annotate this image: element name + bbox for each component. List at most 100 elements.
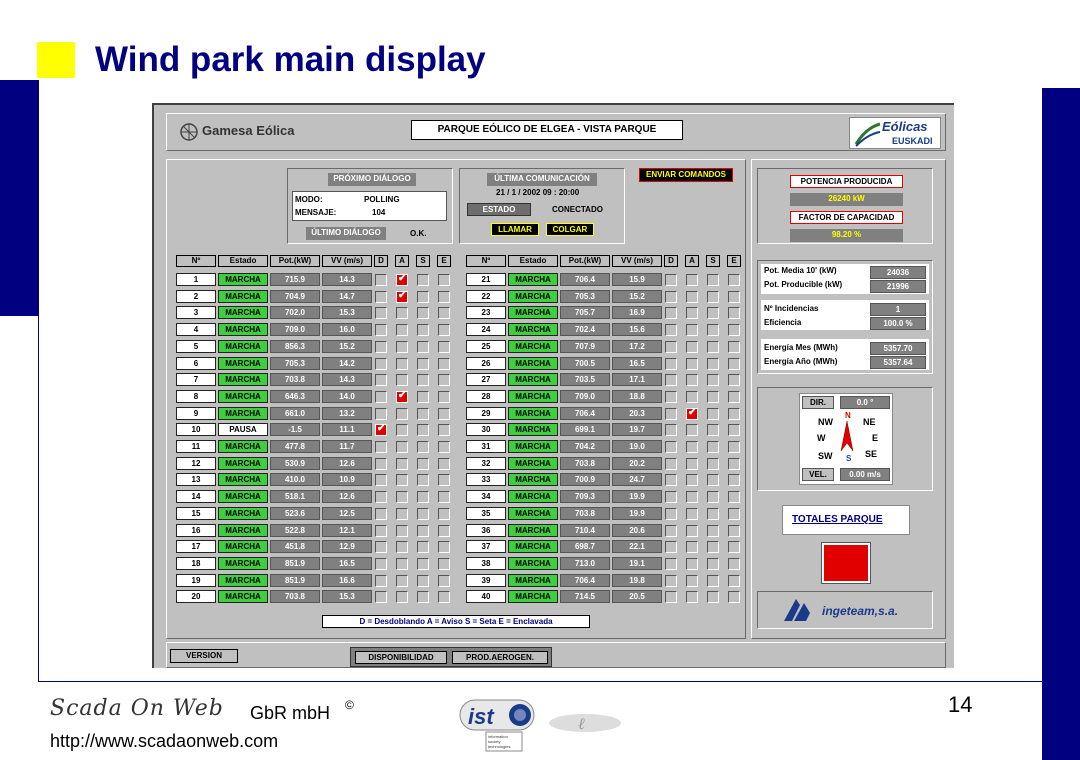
turbine-flag-d[interactable]: [665, 374, 677, 387]
turbine-number[interactable]: 25: [466, 339, 506, 353]
turbine-flag-a[interactable]: [396, 424, 408, 437]
turbine-flag-s[interactable]: [417, 507, 429, 520]
turbine-flag-a[interactable]: [686, 390, 698, 403]
turbine-flag-d[interactable]: [375, 274, 387, 286]
turbine-flag-s[interactable]: [417, 591, 429, 604]
turbine-number[interactable]: 40: [466, 590, 506, 604]
turbine-flag-d[interactable]: [375, 541, 387, 554]
turbine-flag-a-checked[interactable]: [396, 290, 408, 303]
turbine-flag-a[interactable]: [686, 557, 698, 570]
turbine-flag-d[interactable]: [375, 290, 387, 303]
turbine-number[interactable]: 20: [176, 590, 216, 604]
turbine-flag-e[interactable]: [438, 340, 450, 353]
turbine-flag-e[interactable]: [438, 407, 450, 420]
turbine-flag-e[interactable]: [728, 541, 740, 554]
disponibilidad-button[interactable]: DISPONIBILIDAD: [355, 651, 447, 664]
turbine-flag-e[interactable]: [438, 524, 450, 537]
turbine-number[interactable]: 30: [466, 423, 506, 437]
turbine-flag-a[interactable]: [686, 591, 698, 604]
enviar-comandos-button[interactable]: ENVIAR COMANDOS: [639, 168, 733, 182]
turbine-flag-e[interactable]: [728, 474, 740, 487]
turbine-number[interactable]: 6: [176, 356, 216, 370]
turbine-flag-e[interactable]: [728, 274, 740, 286]
version-button[interactable]: VERSION: [170, 649, 238, 663]
turbine-number[interactable]: 8: [176, 389, 216, 403]
turbine-flag-s[interactable]: [417, 340, 429, 353]
turbine-flag-e[interactable]: [728, 374, 740, 387]
turbine-flag-s[interactable]: [707, 557, 719, 570]
turbine-number[interactable]: 33: [466, 473, 506, 487]
turbine-flag-a[interactable]: [686, 274, 698, 286]
turbine-flag-d[interactable]: [665, 390, 677, 403]
turbine-flag-d[interactable]: [375, 374, 387, 387]
turbine-flag-e[interactable]: [728, 557, 740, 570]
turbine-number[interactable]: 32: [466, 456, 506, 470]
turbine-flag-s[interactable]: [417, 541, 429, 554]
turbine-flag-s[interactable]: [707, 574, 719, 587]
turbine-number[interactable]: 10: [176, 423, 216, 437]
turbine-flag-a[interactable]: [396, 491, 408, 504]
turbine-flag-s[interactable]: [707, 441, 719, 453]
turbine-flag-a[interactable]: [396, 507, 408, 520]
turbine-flag-e[interactable]: [438, 324, 450, 337]
turbine-flag-e[interactable]: [438, 574, 450, 587]
turbine-number[interactable]: 18: [176, 556, 216, 570]
turbine-flag-s[interactable]: [417, 407, 429, 420]
llamar-button[interactable]: LLAMAR: [491, 223, 539, 236]
turbine-flag-s[interactable]: [707, 491, 719, 504]
turbine-flag-s[interactable]: [707, 340, 719, 353]
turbine-flag-e[interactable]: [728, 574, 740, 587]
turbine-flag-s[interactable]: [417, 324, 429, 337]
turbine-flag-e[interactable]: [728, 290, 740, 303]
turbine-number[interactable]: 39: [466, 573, 506, 587]
turbine-flag-d[interactable]: [665, 424, 677, 437]
turbine-flag-s[interactable]: [417, 374, 429, 387]
turbine-flag-d[interactable]: [665, 274, 677, 286]
turbine-number[interactable]: 14: [176, 490, 216, 504]
turbine-flag-d-checked[interactable]: [375, 423, 387, 437]
turbine-flag-d[interactable]: [665, 474, 677, 487]
turbine-flag-d[interactable]: [375, 340, 387, 353]
turbine-flag-a[interactable]: [686, 457, 698, 470]
turbine-flag-d[interactable]: [375, 491, 387, 504]
turbine-flag-a[interactable]: [686, 357, 698, 370]
turbine-number[interactable]: 28: [466, 389, 506, 403]
turbine-flag-e[interactable]: [438, 357, 450, 370]
turbine-flag-a[interactable]: [686, 307, 698, 320]
turbine-flag-e[interactable]: [728, 441, 740, 453]
turbine-flag-e[interactable]: [438, 457, 450, 470]
turbine-flag-e[interactable]: [728, 491, 740, 504]
turbine-number[interactable]: 38: [466, 556, 506, 570]
turbine-number[interactable]: 13: [176, 473, 216, 487]
turbine-flag-a[interactable]: [686, 441, 698, 453]
turbine-flag-s[interactable]: [417, 574, 429, 587]
turbine-flag-s[interactable]: [707, 274, 719, 286]
turbine-flag-d[interactable]: [375, 524, 387, 537]
turbine-flag-e[interactable]: [728, 357, 740, 370]
turbine-flag-s[interactable]: [417, 424, 429, 437]
turbine-flag-a[interactable]: [686, 524, 698, 537]
turbine-number[interactable]: 34: [466, 490, 506, 504]
turbine-flag-s[interactable]: [417, 491, 429, 504]
turbine-number[interactable]: 23: [466, 306, 506, 320]
turbine-flag-e[interactable]: [728, 591, 740, 604]
turbine-flag-d[interactable]: [665, 357, 677, 370]
turbine-number[interactable]: 35: [466, 506, 506, 520]
turbine-flag-e[interactable]: [438, 591, 450, 604]
turbine-flag-s[interactable]: [707, 457, 719, 470]
turbine-flag-d[interactable]: [375, 474, 387, 487]
turbine-flag-d[interactable]: [665, 574, 677, 587]
turbine-flag-s[interactable]: [707, 507, 719, 520]
turbine-flag-e[interactable]: [438, 274, 450, 286]
turbine-flag-d[interactable]: [375, 557, 387, 570]
turbine-flag-e[interactable]: [438, 507, 450, 520]
turbine-flag-s[interactable]: [707, 390, 719, 403]
turbine-number[interactable]: 37: [466, 540, 506, 554]
turbine-flag-e[interactable]: [728, 507, 740, 520]
turbine-number[interactable]: 26: [466, 356, 506, 370]
turbine-flag-s[interactable]: [417, 357, 429, 370]
turbine-flag-s[interactable]: [417, 524, 429, 537]
turbine-flag-a[interactable]: [396, 524, 408, 537]
turbine-number[interactable]: 2: [176, 289, 216, 303]
turbine-flag-d[interactable]: [665, 591, 677, 604]
